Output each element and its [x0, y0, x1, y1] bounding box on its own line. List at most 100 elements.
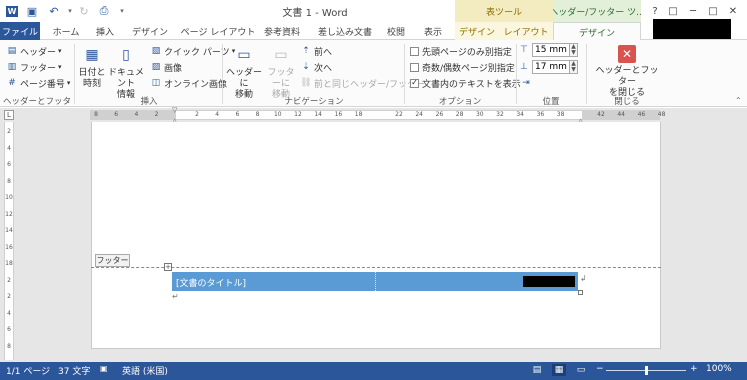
header-position-spinner[interactable]: ⊤ ▲▼ — [520, 42, 578, 57]
customize-qat-icon[interactable]: ▾ — [114, 3, 130, 19]
web-layout-icon[interactable]: ▭ — [574, 364, 588, 376]
footer-icon: ▥ — [7, 62, 17, 72]
help-button[interactable]: ? — [646, 3, 664, 19]
next-button[interactable]: ⇣ 次へ — [300, 60, 332, 74]
tab-mailings[interactable]: 差し込み文書 — [310, 22, 380, 40]
ruler-tick-label: 8 — [255, 111, 260, 118]
status-bar — [0, 362, 747, 380]
page-number-icon: # — [8, 78, 16, 88]
table-move-handle-icon[interactable]: + — [164, 263, 172, 271]
footer-position-input[interactable] — [532, 59, 570, 74]
previous-section-icon: ⇡ — [302, 46, 310, 56]
next-section-icon: ⇣ — [302, 62, 310, 72]
tab-insert[interactable]: 挿入 — [88, 22, 122, 40]
picture-button[interactable]: ▨ 画像 — [150, 60, 182, 74]
spinner-arrows-icon[interactable]: ▲ ▼ — [570, 42, 578, 57]
close-window-button[interactable]: ✕ — [724, 3, 742, 19]
maximize-button[interactable]: □ — [704, 3, 722, 19]
ruler-tick-label: 34 — [516, 111, 524, 118]
goto-footer-button[interactable]: ▭ フッターに 移動 — [264, 44, 298, 101]
header-button[interactable]: ▤ ヘッダー ▾ — [6, 44, 62, 58]
show-document-text-checkbox[interactable]: ✓ 文書内のテキストを表示 — [410, 76, 521, 90]
tab-design[interactable]: デザイン — [126, 22, 174, 40]
ribbon-display-button[interactable]: □ — [664, 3, 682, 19]
group-separator — [516, 44, 517, 104]
first-line-indent-icon[interactable]: ▽ — [172, 106, 177, 114]
zoom-out-icon[interactable]: − — [596, 364, 604, 374]
account-area-redacted[interactable] — [653, 19, 731, 39]
document-page[interactable] — [91, 122, 661, 349]
insert-alignment-tab-icon[interactable]: ⇥ — [520, 77, 532, 89]
checkbox-checked[interactable]: ✓ — [410, 78, 419, 88]
ruler-tick-label: 42 — [597, 111, 605, 118]
group-separator — [222, 44, 223, 104]
ruler-tick-label: 48 — [657, 111, 666, 118]
collapse-ribbon-icon[interactable]: ⌃ — [735, 96, 742, 105]
context-header-hf-tools: ヘッダー/フッター ツ... — [553, 0, 641, 22]
ruler-tick-label: 44 — [617, 111, 625, 118]
tab-page-layout[interactable]: ページ レイアウト — [177, 22, 259, 40]
tab-view[interactable]: 表示 — [415, 22, 451, 40]
close-header-footer-button[interactable]: ✕ ヘッダーとフッター を閉じる — [594, 45, 660, 99]
tab-home[interactable]: ホーム — [45, 22, 87, 40]
spinner-arrows-icon[interactable]: ▲ ▼ — [570, 59, 578, 74]
link-to-previous-button[interactable]: ⛓ 前と同じヘッダー/フッター — [300, 76, 425, 90]
different-odd-even-checkbox[interactable]: 奇数/偶数ページ別指定 — [410, 60, 515, 74]
window-title: 文書 1 - Word — [282, 8, 348, 19]
word-count[interactable]: 37 文字 — [58, 364, 90, 377]
vertical-ruler-tick-label: 2 — [7, 128, 11, 135]
page-count[interactable]: 1/1 ページ — [6, 364, 50, 377]
language-indicator[interactable]: 英語 (米国) — [122, 364, 168, 377]
checkbox-unchecked[interactable] — [410, 46, 419, 56]
group-label-options: オプション — [438, 97, 482, 107]
vertical-ruler-tick-label: 4 — [7, 144, 11, 152]
undo-icon[interactable]: ↶ — [46, 3, 62, 19]
vertical-ruler-tick-label: 8 — [7, 342, 11, 350]
read-mode-icon[interactable]: ▤ — [530, 364, 544, 376]
print-layout-icon[interactable]: ▦ — [552, 364, 566, 376]
zoom-slider-thumb[interactable] — [645, 366, 648, 375]
date-time-button[interactable]: ▦ 日付と 時刻 — [78, 44, 106, 90]
tab-table-layout[interactable]: レイアウト — [499, 22, 553, 40]
table-resize-handle-icon[interactable] — [578, 290, 583, 295]
ruler-tick-label: 2 — [154, 111, 159, 118]
header-icon: ▤ — [7, 46, 17, 56]
table-cell-divider — [375, 272, 376, 291]
footer-button[interactable]: ▥ フッター ▾ — [6, 60, 62, 74]
proofing-icon[interactable]: ▣ — [100, 364, 108, 373]
previous-button[interactable]: ⇡ 前へ — [300, 44, 332, 58]
print-preview-icon[interactable]: ⎙ — [96, 3, 112, 19]
save-icon[interactable]: ▣ — [24, 3, 40, 19]
zoom-in-icon[interactable]: + — [690, 364, 698, 374]
ruler-tick-label: 46 — [637, 111, 646, 118]
paragraph-mark-icon: ↵ — [172, 292, 179, 301]
document-title-field[interactable]: [文書のタイトル] — [176, 276, 246, 289]
zoom-level[interactable]: 100% — [706, 364, 732, 374]
online-picture-button[interactable]: ◫ オンライン画像 — [150, 76, 227, 90]
tab-review[interactable]: 校閲 — [380, 22, 412, 40]
minimize-button[interactable]: ─ — [684, 3, 702, 19]
header-position-input[interactable] — [532, 42, 570, 57]
redo-icon[interactable]: ↻ — [76, 3, 92, 19]
tab-hf-design[interactable]: デザイン — [553, 22, 641, 41]
tab-selector-icon[interactable]: L — [4, 110, 14, 120]
goto-header-button[interactable]: ▭ ヘッダーに 移動 — [226, 44, 262, 101]
vertical-ruler[interactable] — [4, 122, 14, 360]
page-number-button[interactable]: # ページ番号 ▾ — [6, 76, 70, 90]
ruler-tick-label: 14 — [314, 111, 322, 118]
ruler-tick-label: 36 — [536, 111, 545, 118]
checkbox-unchecked[interactable] — [410, 62, 419, 72]
different-first-page-checkbox[interactable]: 先頭ページのみ別指定 — [410, 44, 512, 58]
document-info-button[interactable]: ▯ ドキュメント 情報 — [106, 44, 146, 101]
tab-file[interactable]: ファイル — [0, 22, 40, 40]
word-logo-icon[interactable]: W — [4, 3, 20, 19]
header-position-icon: ⊤ — [520, 44, 528, 55]
picture-icon: ▨ — [151, 62, 161, 72]
ruler-tick-label: 6 — [114, 111, 119, 118]
tab-table-design[interactable]: デザイン — [455, 22, 499, 40]
footer-position-spinner[interactable]: ⊥ ▲▼ — [520, 59, 578, 74]
tab-references[interactable]: 参考資料 — [259, 22, 305, 40]
ruler-tick-label: 18 — [354, 111, 363, 118]
dropdown-arrow-icon: ▾ — [66, 79, 71, 87]
vertical-ruler-tick-label: 2 — [7, 293, 11, 300]
